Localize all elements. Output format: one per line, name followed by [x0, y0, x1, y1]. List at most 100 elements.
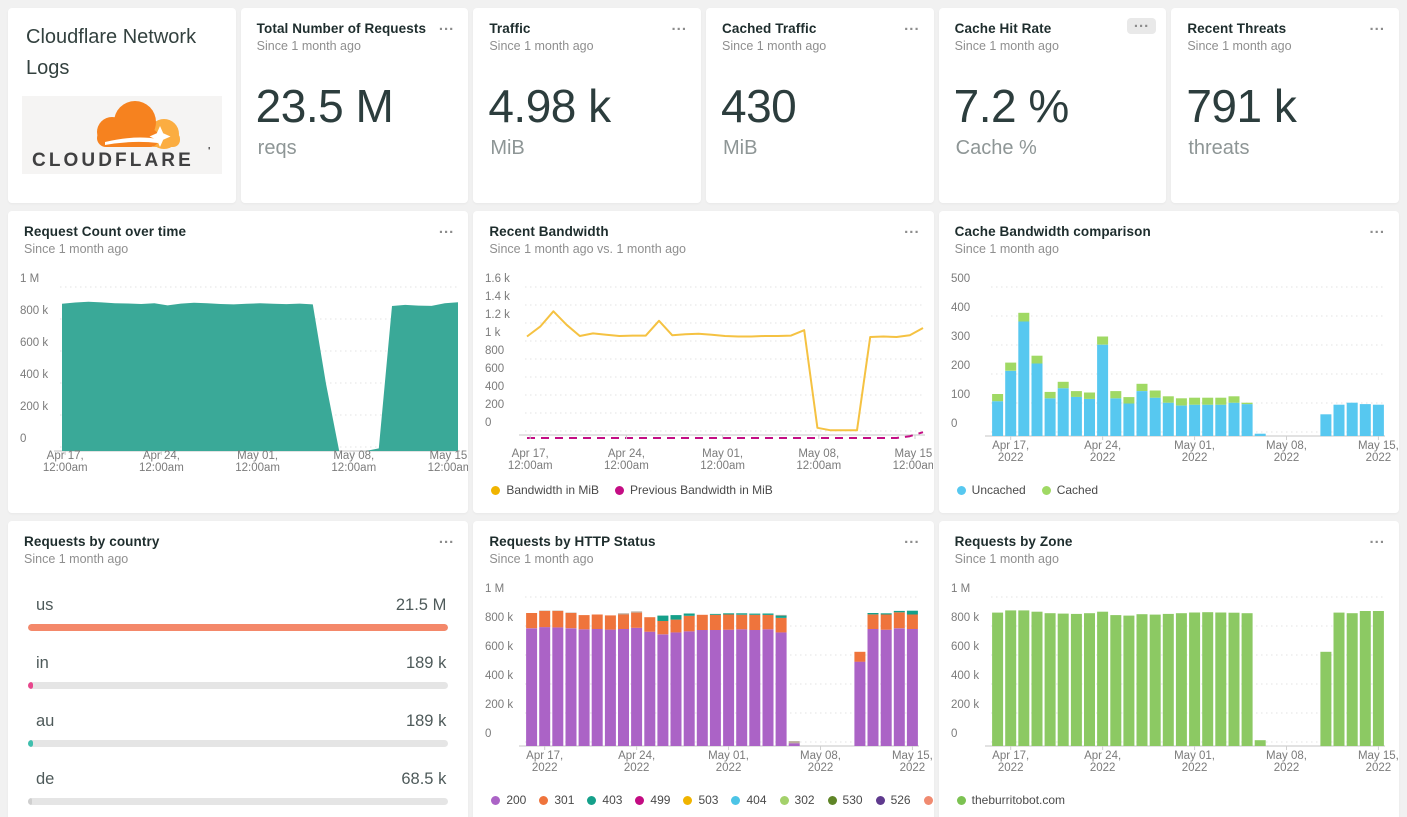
panel-menu-icon[interactable]: ... — [1126, 15, 1157, 34]
stat-unit: Cache % — [955, 137, 1037, 159]
legend-item[interactable]: 524 — [923, 793, 934, 807]
svg-text:200 k: 200 k — [20, 401, 48, 413]
legend-item[interactable]: 200 — [491, 793, 526, 807]
panel-cached-traffic: Cached Traffic Since 1 month ago ... 430… — [706, 8, 934, 203]
legend-dot-icon — [956, 485, 966, 495]
svg-text:12:00am: 12:00am — [43, 462, 88, 474]
svg-text:12:00am: 12:00am — [139, 462, 184, 474]
panel-menu-icon[interactable]: ... — [1369, 531, 1385, 546]
panel-recent-bandwidth: Recent Bandwidth Since 1 month ago vs. 1… — [473, 211, 934, 513]
legend-item[interactable]: theburritobot.com — [956, 793, 1066, 807]
legend-label: 200 — [506, 793, 527, 807]
svg-text:2022: 2022 — [998, 452, 1024, 464]
legend-label: 526 — [890, 793, 911, 807]
country-label: in — [36, 654, 49, 672]
legend-item[interactable]: 503 — [683, 793, 718, 807]
legend-label: 503 — [698, 793, 719, 807]
panel-subtitle: Since 1 month ago — [256, 39, 361, 53]
stat-unit: MiB — [723, 137, 758, 159]
panel-title: Cache Bandwidth comparison — [954, 224, 1151, 239]
legend-item[interactable]: Cached — [1041, 483, 1098, 497]
svg-text:800 k: 800 k — [20, 305, 48, 317]
request-count-chart[interactable]: 1 M 800 k 600 k 400 k 200 k 0 Apr 17, 12:00am Ap… — [8, 267, 468, 513]
panel-traffic: Traffic Since 1 month ago ... 4.98 k MiB — [473, 8, 701, 203]
panel-title: Recent Threats — [1187, 21, 1287, 36]
svg-text:2022: 2022 — [900, 762, 926, 774]
legend-dot-icon — [827, 795, 837, 805]
country-bar-track — [28, 682, 449, 689]
svg-text:2022: 2022 — [1181, 452, 1207, 464]
legend-item[interactable]: 404 — [731, 793, 767, 807]
svg-text:400 k: 400 k — [951, 670, 979, 682]
legend-item[interactable]: 301 — [539, 793, 574, 807]
svg-text:500: 500 — [951, 273, 970, 285]
svg-text:May 01,: May 01, — [702, 448, 743, 460]
panel-menu-icon[interactable]: ... — [439, 531, 455, 546]
recent-bandwidth-chart[interactable]: 1.6 k 1.4 k 1.2 k1 k 800 600 400 200 0 Apr 17, 12… — [473, 267, 933, 513]
panel-menu-icon[interactable]: ... — [1369, 18, 1385, 33]
panel-title: Request Count over time — [24, 224, 187, 239]
svg-text:1 M: 1 M — [20, 273, 39, 285]
legend-item[interactable]: Uncached — [956, 483, 1026, 497]
legend-label: 404 — [746, 793, 767, 807]
svg-text:2022: 2022 — [716, 762, 742, 774]
legend-item[interactable]: 526 — [875, 793, 911, 807]
svg-text:May 15,: May 15, — [895, 448, 933, 460]
svg-text:Apr 24,: Apr 24, — [1084, 750, 1121, 762]
stat-value: 7.2 % — [953, 80, 1070, 132]
svg-text:12:00am: 12:00am — [331, 462, 376, 474]
country-row-au[interactable]: au 189 k — [28, 712, 449, 747]
country-row-de[interactable]: de 68.5 k — [28, 770, 449, 805]
legend-item[interactable]: 499 — [635, 793, 670, 807]
svg-text:2022: 2022 — [1089, 452, 1115, 464]
svg-text:Apr 24,: Apr 24, — [1084, 440, 1121, 452]
svg-text:0: 0 — [485, 417, 491, 429]
svg-text:1 k: 1 k — [485, 327, 501, 339]
panel-menu-icon[interactable]: ... — [904, 18, 920, 33]
panel-menu-icon[interactable]: ... — [904, 221, 920, 236]
zone-chart[interactable]: 1 M 800 k 600 k 400 k 200 k 0 Apr 17, 2022 Apr 2… — [939, 577, 1399, 817]
svg-text:12:00am: 12:00am — [235, 462, 280, 474]
panel-title: Cached Traffic — [722, 21, 817, 36]
svg-text:200: 200 — [485, 399, 504, 411]
country-row-us[interactable]: us 21.5 M — [28, 596, 449, 631]
panel-menu-icon[interactable]: ... — [439, 221, 455, 236]
legend-item[interactable]: 302 — [779, 793, 815, 807]
panel-header: Cloudflare Network Logs CLOUDFLARE ' — [8, 8, 236, 203]
legend-item[interactable]: 530 — [827, 793, 863, 807]
cache-bandwidth-chart[interactable]: 500 400 300 200 100 0 Apr 17, 2022 Apr 24, 2022 Ma… — [939, 267, 1399, 513]
svg-text:400: 400 — [485, 381, 504, 393]
svg-text:12:00am: 12:00am — [508, 460, 553, 472]
svg-text:800 k: 800 k — [485, 612, 513, 624]
svg-text:2022: 2022 — [1365, 762, 1391, 774]
svg-text:1.2 k: 1.2 k — [485, 309, 510, 321]
legend-dot-icon — [539, 795, 549, 805]
panel-menu-icon[interactable]: ... — [671, 18, 687, 33]
legend-item[interactable]: 403 — [587, 793, 622, 807]
legend-item[interactable]: Previous Bandwidth in MiB — [615, 483, 773, 497]
svg-text:0: 0 — [485, 728, 491, 740]
http-status-chart[interactable]: 1 M 800 k 600 k 400 k 200 k 0 Apr 17, 2022 Apr 2… — [473, 577, 933, 817]
svg-text:800: 800 — [485, 345, 504, 357]
legend-item[interactable]: Bandwidth in MiB — [491, 483, 599, 497]
svg-text:May 01,: May 01, — [1174, 440, 1215, 452]
country-value: 189 k — [405, 712, 447, 730]
legend-label: theburritobot.com — [971, 793, 1066, 807]
cloudflare-logo: CLOUDFLARE ' — [22, 96, 222, 174]
panel-subtitle: Since 1 month ago — [24, 242, 129, 256]
country-row-in[interactable]: in 189 k — [28, 654, 449, 689]
country-bar-fill — [28, 624, 449, 631]
svg-text:100: 100 — [951, 389, 970, 401]
stat-value: 23.5 M — [255, 80, 394, 132]
svg-text:400: 400 — [951, 302, 970, 314]
svg-text:12:00am: 12:00am — [701, 460, 746, 472]
panel-menu-icon[interactable]: ... — [1369, 221, 1385, 236]
legend-label: 403 — [602, 793, 623, 807]
panel-menu-icon[interactable]: ... — [439, 18, 455, 33]
panel-title: Traffic — [489, 21, 531, 36]
country-value: 21.5 M — [395, 596, 447, 614]
svg-text:2022: 2022 — [1365, 452, 1391, 464]
panel-menu-icon[interactable]: ... — [904, 531, 920, 546]
cloudflare-wordmark: CLOUDFLARE — [32, 150, 194, 171]
legend-dot-icon — [779, 795, 789, 805]
